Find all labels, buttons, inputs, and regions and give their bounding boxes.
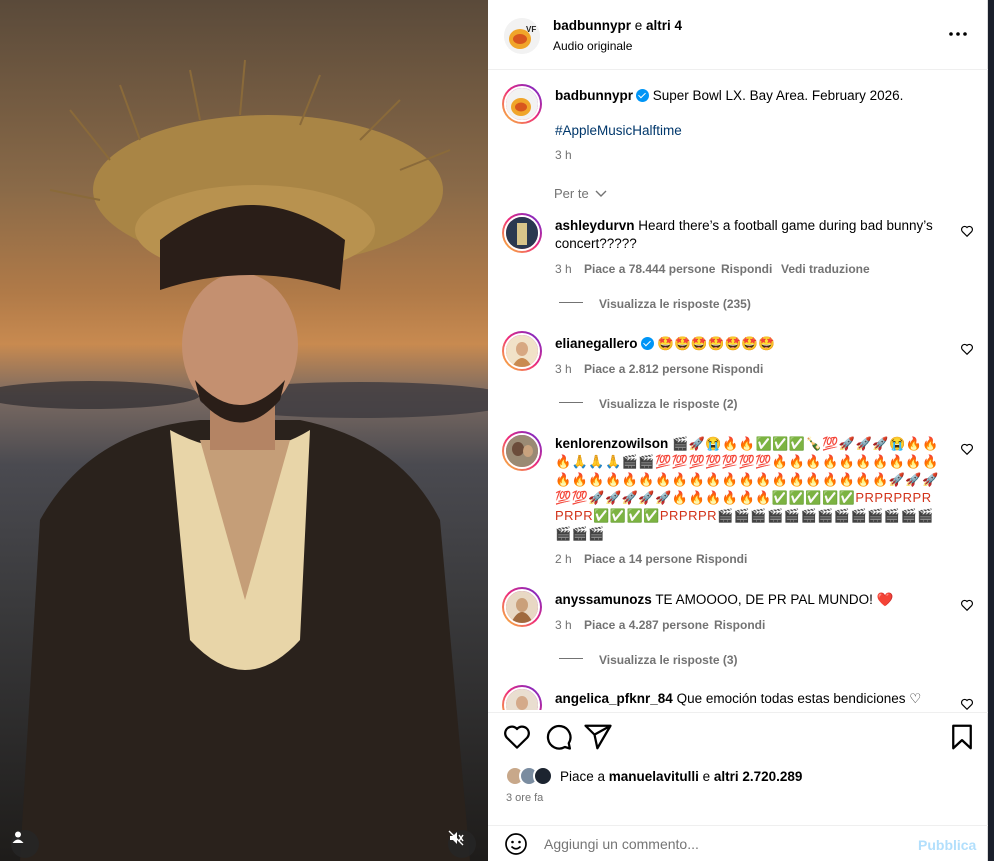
likers-avatars[interactable] [505,766,557,786]
comment-username[interactable]: elianegallero [555,336,638,351]
speaker-muted-icon [448,830,464,846]
comment-username[interactable]: kenlorenzowilson [555,436,668,451]
paper-plane-icon[interactable] [583,722,613,752]
caption-author-avatar[interactable] [502,84,542,124]
avatar-image [506,88,538,120]
reply-button[interactable]: Rispondi [712,360,763,378]
avatar-image [506,435,538,467]
comment-composer: Pubblica [488,825,988,861]
post-header: VF badbunnypr e altri 4 Audio originale [488,0,988,70]
verified-badge-icon [636,89,649,102]
comment-text: 🎬🚀😭🔥🔥✅✅✅🍾💯🚀🚀🚀😭🔥🔥🔥🙏🙏🙏🎬🎬💯💯💯💯💯💯💯🔥🔥🔥🔥🔥🔥🔥🔥🔥🔥🔥… [555,436,940,541]
likes-and: e [702,769,711,784]
likes-others[interactable]: altri 2.720.289 [714,769,803,784]
sort-label: Per te [554,186,589,201]
comment-text: 🤩🤩🤩🤩🤩🤩🤩 [657,336,775,351]
comment-text: Heard there’s a football game during bad… [638,218,933,233]
svg-text:VF: VF [526,25,536,34]
avatar-image [506,335,538,367]
comment-like-heart-icon[interactable] [960,442,974,456]
comment-likes[interactable]: Piace a 78.444 persone [584,260,715,278]
comment-icon[interactable] [543,722,573,752]
collab-conjunction: e [634,18,643,33]
replies-line [559,402,583,403]
likes-prefix: Piace a [560,769,606,784]
post-viewer: VF badbunnypr e altri 4 Audio originale … [0,0,994,861]
comment-likes[interactable]: Piace a 14 persone [584,550,692,568]
author-username[interactable]: badbunnypr [553,18,631,33]
comment-text: Que emoción todas estas bendiciones ♡ [676,691,922,706]
liker-avatar [533,766,553,786]
smiley-icon[interactable] [504,832,528,856]
avatar-image [506,591,538,623]
chevron-down-icon [595,190,607,197]
collab-others[interactable]: altri 4 [646,18,682,33]
comment-likes[interactable]: Piace a 4.287 persone [584,616,709,634]
caption-time[interactable]: 3 h [555,146,572,164]
user-tag-button[interactable] [11,830,39,858]
comment-username[interactable]: angelica_pfknr_84 [555,691,673,706]
heart-icon[interactable] [502,722,532,752]
comment-like-heart-icon[interactable] [960,342,974,356]
verified-badge-icon [640,337,654,350]
comment-avatar[interactable] [502,431,542,471]
more-horizontal-icon[interactable] [948,26,968,42]
comment-username[interactable]: anyssamunozs [555,592,652,607]
view-replies-button[interactable]: Visualizza le risposte (3) [599,651,738,669]
reply-button[interactable]: Rispondi [696,550,747,568]
comment-likes[interactable]: Piace a 2.812 persone [584,360,709,378]
mute-button[interactable] [448,830,476,858]
video-frame [0,59,488,861]
author-avatar[interactable]: VF [504,18,540,54]
comment-avatar[interactable] [502,587,542,627]
comment-time[interactable]: 3 h [555,262,572,276]
caption-text: Super Bowl LX. Bay Area. February 2026. [652,88,904,103]
comment-time[interactable]: 3 h [555,616,572,634]
comment-time[interactable]: 3 h [555,360,572,378]
replies-line [559,302,583,303]
reply-button[interactable]: Rispondi [714,616,765,634]
comment-like-heart-icon[interactable] [960,224,974,238]
post-media[interactable] [0,0,488,861]
reply-button[interactable]: Rispondi [721,260,772,278]
translate-button[interactable]: Vedi traduzione [781,260,870,278]
view-replies-button[interactable]: Visualizza le risposte (2) [599,395,738,413]
view-replies-button[interactable]: Visualizza le risposte (235) [599,295,751,313]
comment-username[interactable]: ashleydurvn [555,218,635,233]
avatar-image: VF [504,18,540,54]
caption-author[interactable]: badbunnypr [555,88,633,103]
bookmark-icon[interactable] [947,722,977,752]
avatar-image [506,217,538,249]
post-side-panel: VF badbunnypr e altri 4 Audio originale … [488,0,988,861]
comment-time[interactable]: 2 h [555,550,572,568]
comment-avatar[interactable] [502,213,542,253]
comment-avatar[interactable] [502,685,542,710]
likes-user[interactable]: manuelavitulli [609,769,699,784]
page-background-edge [988,0,994,861]
publish-button[interactable]: Pubblica [918,836,976,854]
avatar-image [506,689,538,710]
comment-text: TE AMOOOO, DE PR PAL MUNDO! ❤️ [655,592,894,607]
caption-hashtag[interactable]: #AppleMusicHalftime [555,122,682,140]
comment-avatar[interactable] [502,331,542,371]
comment-like-heart-icon[interactable] [960,598,974,612]
comment-text-continued: concert????? [555,236,637,251]
audio-label[interactable]: Audio originale [553,37,632,55]
replies-line [559,658,583,659]
divider [488,712,988,713]
sort-selector[interactable]: Per te [554,185,607,203]
comment-like-heart-icon[interactable] [960,697,974,710]
post-timestamp[interactable]: 3 ore fa [506,789,543,807]
user-tag-icon [12,831,24,843]
comment-input[interactable] [544,834,884,854]
comment-partial: angelica_pfknr_84 Que emoción todas esta… [488,680,988,710]
